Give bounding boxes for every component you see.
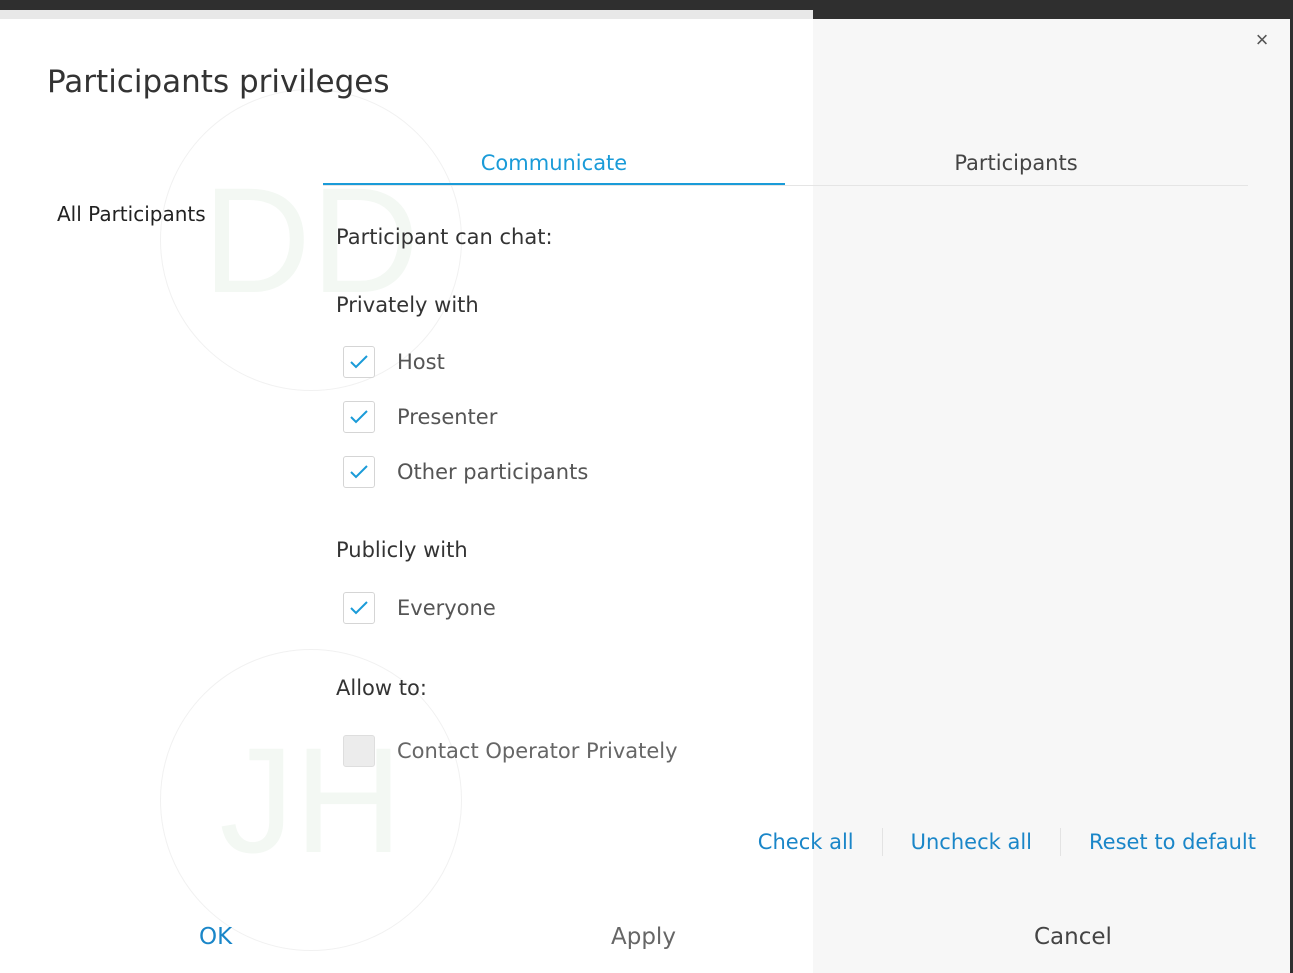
checkbox-box[interactable]	[343, 456, 375, 488]
allow-to-label: Allow to:	[336, 676, 427, 700]
check-all-link[interactable]: Check all	[758, 830, 854, 854]
tab-bar: Communicate Participants	[323, 145, 1248, 186]
checkbox-box[interactable]	[343, 346, 375, 378]
checkbox-label: Everyone	[397, 596, 496, 620]
check-icon	[350, 355, 368, 369]
close-button[interactable]: ×	[1250, 29, 1274, 53]
checkbox-presenter[interactable]: Presenter	[343, 400, 497, 434]
checkbox-box[interactable]	[343, 735, 375, 767]
cancel-button[interactable]: Cancel	[1034, 924, 1112, 950]
bulk-actions: Check all Uncheck all Reset to default	[700, 825, 1256, 859]
check-icon	[350, 465, 368, 479]
check-icon	[350, 601, 368, 615]
tab-communicate[interactable]: Communicate	[323, 145, 785, 185]
divider	[1060, 828, 1061, 856]
checkbox-label: Other participants	[397, 460, 589, 484]
checkbox-everyone[interactable]: Everyone	[343, 591, 496, 625]
participants-privileges-dialog: DD JH × Participants privileges All Part…	[0, 19, 1290, 973]
publicly-with-label: Publicly with	[336, 538, 468, 562]
divider	[881, 828, 883, 856]
checkbox-label: Presenter	[397, 405, 498, 429]
list-item-all-participants[interactable]: All Participants	[57, 202, 206, 226]
dialog-title: Participants privileges	[47, 64, 390, 100]
checkbox-label: Host	[397, 350, 445, 374]
participant-can-chat-heading: Participant can chat:	[336, 225, 553, 249]
checkbox-label: Contact Operator Privately	[397, 739, 678, 763]
checkbox-contact-operator-privately[interactable]: Contact Operator Privately	[343, 734, 678, 768]
close-icon: ×	[1255, 27, 1269, 52]
uncheck-all-link[interactable]: Uncheck all	[911, 830, 1032, 854]
reset-to-default-link[interactable]: Reset to default	[1089, 830, 1256, 854]
checkbox-box[interactable]	[343, 592, 375, 624]
checkbox-other-participants[interactable]: Other participants	[343, 455, 588, 489]
checkbox-box[interactable]	[343, 401, 375, 433]
ok-button[interactable]: OK	[199, 924, 232, 950]
apply-button[interactable]: Apply	[611, 924, 676, 950]
checkbox-host[interactable]: Host	[343, 345, 445, 379]
privately-with-label: Privately with	[336, 293, 479, 317]
tab-participants[interactable]: Participants	[785, 145, 1247, 185]
check-icon	[350, 410, 368, 424]
